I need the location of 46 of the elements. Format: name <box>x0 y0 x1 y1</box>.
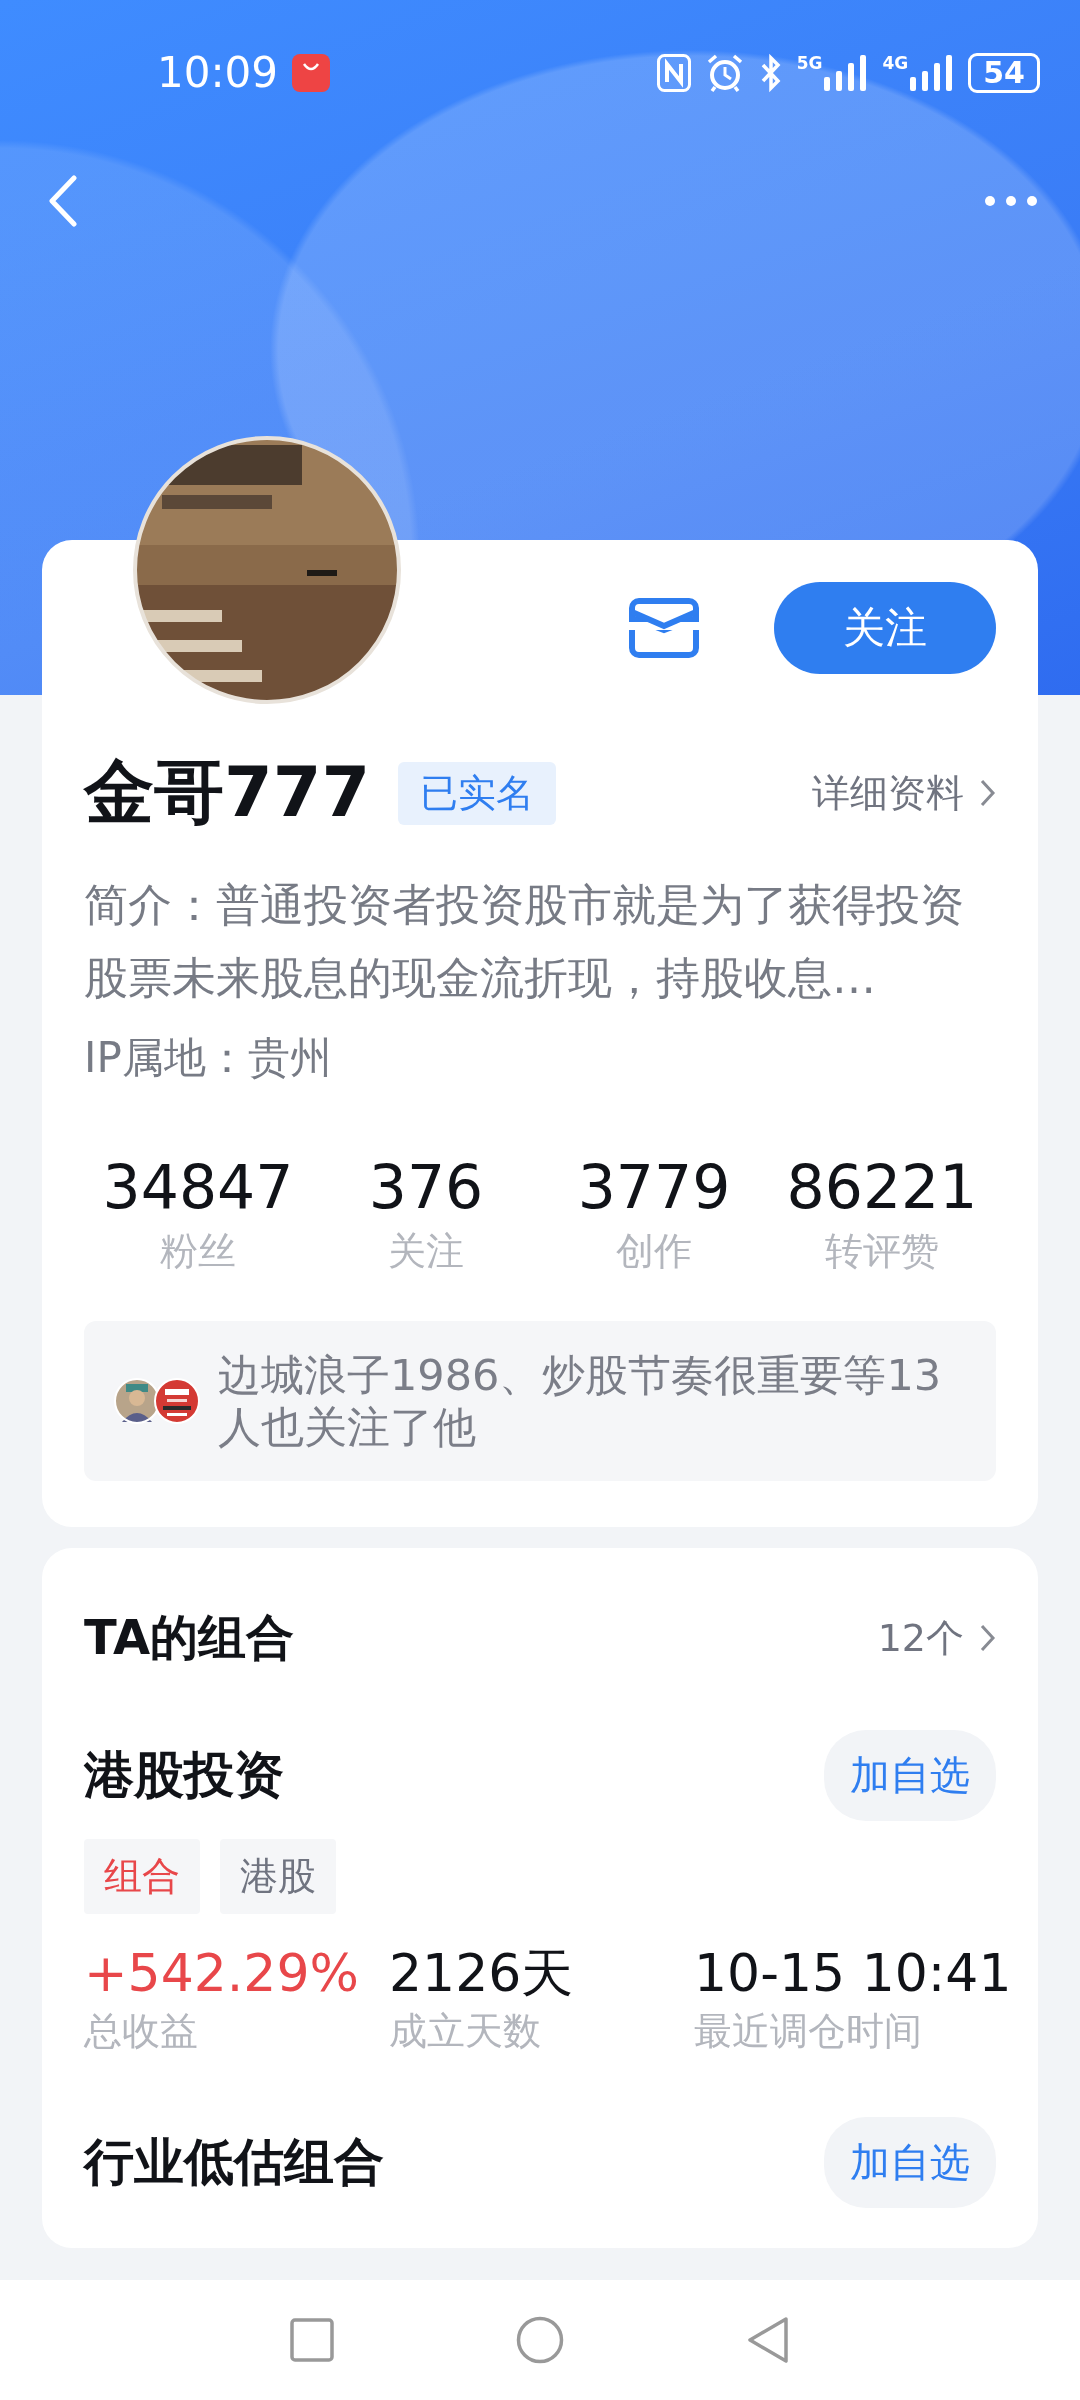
stat-label: 粉丝 <box>160 1228 236 1275</box>
metric-label: 总收益 <box>84 2008 199 2055</box>
network-type-label: 4G <box>882 52 909 73</box>
clock-time: 10:09 <box>157 48 279 97</box>
stat-value: 86221 <box>786 1152 978 1222</box>
nfc-icon <box>656 53 691 92</box>
stat-label: 关注 <box>388 1228 464 1275</box>
stat-value: 34847 <box>102 1152 294 1222</box>
portfolio-count-link[interactable]: 12个 <box>877 1612 964 1664</box>
chevron-right-icon <box>980 1624 996 1652</box>
mutual-followers-text: 边城浪子1986、炒股节奏很重要等13人也关注了他 <box>218 1349 943 1453</box>
more-icon[interactable] <box>984 195 1038 207</box>
metric-value: 10-15 10:41 <box>694 1942 1012 2005</box>
add-watchlist-button[interactable]: 加自选 <box>824 2117 996 2208</box>
metric-label: 最近调仓时间 <box>694 2008 923 2055</box>
stat-label: 转评赞 <box>825 1228 939 1275</box>
stat-label: 创作 <box>616 1228 692 1275</box>
add-watchlist-button[interactable]: 加自选 <box>824 1730 996 1821</box>
signal-icon <box>824 54 869 91</box>
stat-value: 3779 <box>577 1152 731 1222</box>
mail-icon[interactable] <box>629 598 699 658</box>
portfolio-name: 港股投资 <box>84 1745 284 1806</box>
section-title: TA的组合 <box>84 1608 295 1667</box>
portfolio-name: 行业低估组合 <box>84 2132 384 2193</box>
verified-badge: 已实名 <box>398 761 557 825</box>
metric-label: 成立天数 <box>389 2008 542 2055</box>
metric-value: +542.29% <box>84 1942 360 2005</box>
chevron-right-icon <box>980 779 996 807</box>
portfolio-tag: 组合 <box>84 1839 200 1914</box>
home-circle-icon[interactable] <box>516 2316 564 2364</box>
follow-button[interactable]: 关注 <box>774 582 996 674</box>
portfolio-tag: 港股 <box>220 1839 336 1914</box>
mutual-followers-panel[interactable]: 边城浪子1986、炒股节奏很重要等13人也关注了他 <box>84 1321 996 1481</box>
stat-value: 376 <box>368 1152 484 1222</box>
user-name: 金哥777 <box>84 750 371 835</box>
back-icon[interactable] <box>48 175 78 227</box>
shopping-bag-icon <box>292 53 331 92</box>
details-link[interactable]: 详细资料 <box>812 767 964 819</box>
metric-value: 2126天 <box>389 1942 575 2005</box>
ip-location: IP属地：贵州 <box>84 1032 333 1084</box>
battery-indicator: 54 <box>968 52 1040 93</box>
bio-text: 简介：普通投资者投资股市就是为了获得投资股票未来股息的现金流折现，持股收息… <box>84 878 965 1005</box>
signal-icon <box>910 54 955 91</box>
back-triangle-icon[interactable] <box>746 2316 790 2364</box>
square-icon[interactable] <box>290 2318 334 2362</box>
network-type-label: 5G <box>796 52 823 73</box>
